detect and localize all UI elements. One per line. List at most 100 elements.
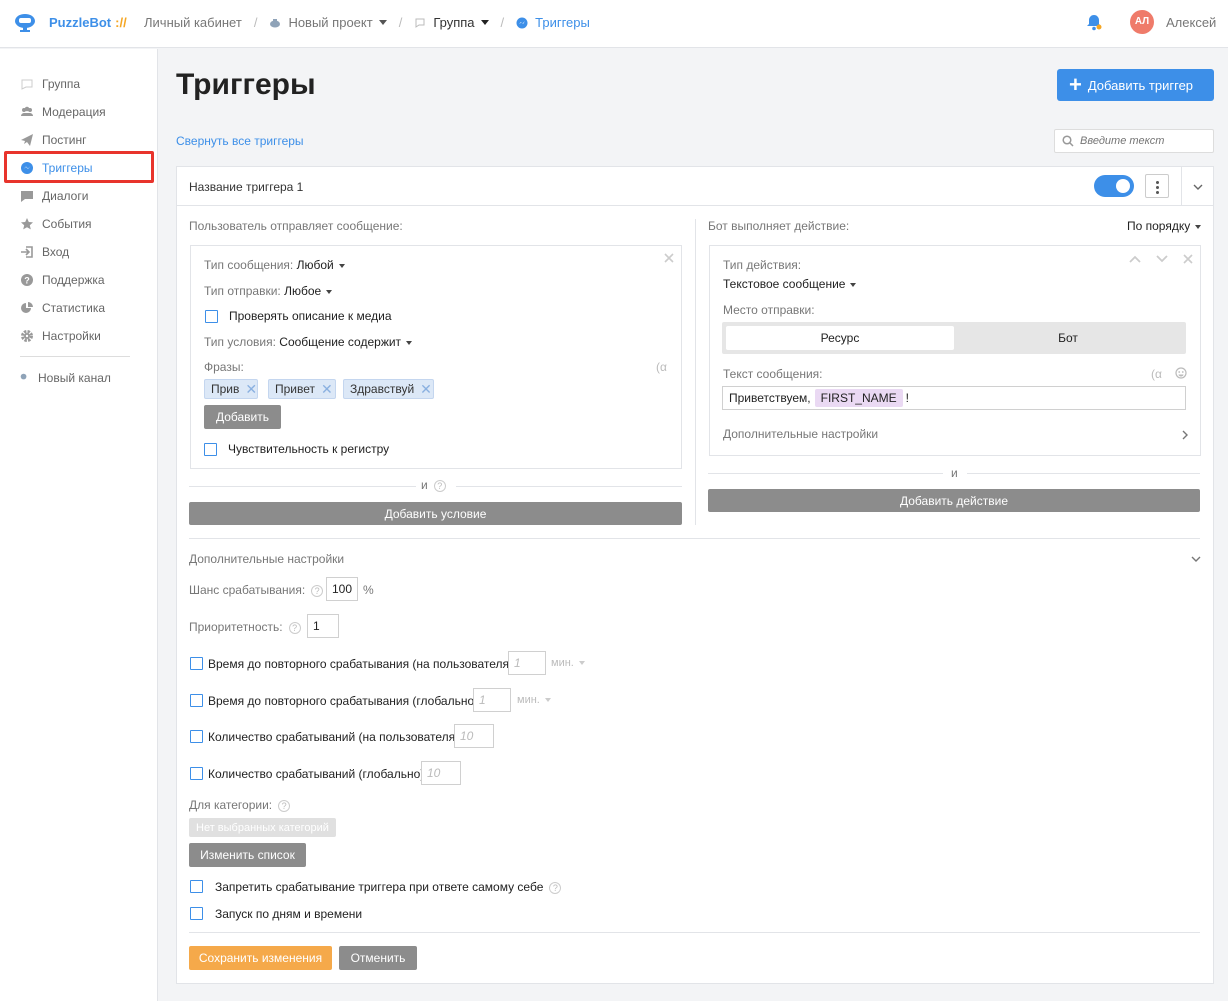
svg-text:?: ? xyxy=(24,276,30,286)
phrase-tag: Прив ✕ xyxy=(204,379,258,399)
chevron-down-icon[interactable] xyxy=(378,20,387,25)
sidebar-item-moderation[interactable]: Модерация xyxy=(20,102,106,122)
close-icon[interactable]: ✕ xyxy=(321,381,333,398)
add-action-button[interactable]: Добавить действие xyxy=(708,489,1200,512)
avatar[interactable]: АЛ xyxy=(1130,10,1154,34)
help-icon[interactable]: ? xyxy=(549,881,562,894)
plus-icon: + xyxy=(1069,72,1082,97)
close-icon[interactable]: ✕ xyxy=(420,381,432,398)
breadcrumb-group[interactable]: Группа xyxy=(433,15,474,30)
channel-icon xyxy=(20,373,27,380)
search-field[interactable] xyxy=(1054,129,1214,153)
help-icon[interactable]: ? xyxy=(278,799,291,812)
repeat-global-checkbox[interactable] xyxy=(190,694,203,707)
sidebar-divider xyxy=(20,356,130,357)
send-place-resource[interactable]: Ресурс xyxy=(726,326,954,350)
chevron-right-icon[interactable] xyxy=(1182,430,1188,440)
send-place-bot[interactable]: Бот xyxy=(954,326,1182,350)
breadcrumb-project[interactable]: Новый проект xyxy=(288,15,372,30)
sidebar-item-login[interactable]: Вход xyxy=(20,242,69,262)
action-extra-settings[interactable]: Дополнительные настройки xyxy=(723,427,878,441)
brand-name[interactable]: PuzzleBot:// xyxy=(49,15,127,30)
user-name[interactable]: Алексей xyxy=(1166,15,1216,30)
sidebar-item-posting[interactable]: Постинг xyxy=(20,130,87,150)
trigger-name[interactable]: Название триггера 1 xyxy=(189,180,303,194)
help-icon[interactable]: ? xyxy=(288,621,301,634)
collapse-all-link[interactable]: Свернуть все триггеры xyxy=(176,134,304,148)
collapse-trigger-button[interactable] xyxy=(1181,167,1213,206)
users-icon xyxy=(21,106,33,116)
and-label: и xyxy=(951,466,958,480)
change-list-button[interactable]: Изменить список xyxy=(189,843,306,867)
sidebar-item-stats[interactable]: Статистика xyxy=(20,298,105,318)
repeat-global-unit[interactable]: мин. xyxy=(517,694,551,706)
breadcrumb-triggers[interactable]: Триггеры xyxy=(535,15,590,30)
bell-icon[interactable] xyxy=(1086,13,1102,31)
repeat-user-input[interactable]: 1 xyxy=(508,651,546,675)
close-icon[interactable] xyxy=(1183,254,1193,264)
move-down-icon[interactable] xyxy=(1156,255,1168,263)
add-trigger-button[interactable]: + Добавить триггер xyxy=(1057,69,1214,101)
priority-input[interactable]: 1 xyxy=(307,614,339,638)
sidebar-item-group[interactable]: Группа xyxy=(20,74,80,94)
sidebar-item-support[interactable]: ? Поддержка xyxy=(20,270,105,290)
emoji-icon[interactable] xyxy=(1175,367,1187,379)
action-type-select[interactable]: Текстовое сообщение xyxy=(723,277,857,291)
help-icon[interactable]: ? xyxy=(311,584,324,597)
chat-bubble-icon xyxy=(21,79,33,90)
message-text-input[interactable]: Приветствуем, FIRST_NAME ! xyxy=(722,386,1186,410)
action-heading: Бот выполняет действие: xyxy=(708,219,850,233)
condition-box: Тип сообщения: Любой Тип отправки: Любое… xyxy=(190,245,682,469)
sidebar-new-channel[interactable]: Новый канал xyxy=(20,368,111,388)
close-icon[interactable]: ✕ xyxy=(245,381,257,398)
trigger-enabled-toggle[interactable] xyxy=(1094,175,1134,197)
sidebar-item-settings[interactable]: Настройки xyxy=(20,326,101,346)
repeat-user-checkbox[interactable] xyxy=(190,657,203,670)
count-global-checkbox[interactable] xyxy=(190,767,203,780)
page-title: Триггеры xyxy=(176,68,316,101)
chance-input[interactable]: 100 xyxy=(326,577,358,601)
variable-insert-icon[interactable]: (α xyxy=(1151,367,1162,381)
puzzlebot-logo-icon[interactable] xyxy=(14,11,36,33)
count-user-input[interactable]: 10 xyxy=(454,724,494,748)
help-icon[interactable]: ? xyxy=(433,479,446,492)
repeat-user-unit[interactable]: мин. xyxy=(551,657,585,669)
case-sensitive-checkbox[interactable] xyxy=(204,443,217,456)
help-icon: ? xyxy=(21,274,33,286)
close-icon[interactable] xyxy=(664,253,674,263)
chevron-down-icon[interactable] xyxy=(1191,556,1201,562)
divider xyxy=(708,473,943,474)
move-up-icon[interactable] xyxy=(1129,255,1141,263)
repeat-global-input[interactable]: 1 xyxy=(473,688,511,712)
divider xyxy=(967,473,1200,474)
schedule-checkbox[interactable] xyxy=(190,907,203,920)
chevron-down-icon[interactable] xyxy=(480,20,489,25)
more-menu-button[interactable] xyxy=(1145,174,1169,198)
count-user-checkbox[interactable] xyxy=(190,730,203,743)
priority-label: Приоритетность:? xyxy=(189,620,301,634)
phrases-label: Фразы: xyxy=(204,360,244,374)
send-place-segmented: Ресурс Бот xyxy=(722,322,1186,354)
save-button[interactable]: Сохранить изменения xyxy=(189,946,332,970)
search-icon xyxy=(1062,135,1074,147)
variable-chip[interactable]: FIRST_NAME xyxy=(814,389,903,407)
order-select[interactable]: По порядку xyxy=(1127,219,1202,233)
paper-plane-icon xyxy=(21,134,33,146)
msg-type-select[interactable]: Любой xyxy=(297,258,345,272)
forbid-self-checkbox[interactable] xyxy=(190,880,203,893)
breadcrumb-cabinet[interactable]: Личный кабинет xyxy=(144,15,242,30)
search-input[interactable] xyxy=(1080,135,1200,147)
column-divider xyxy=(695,219,696,525)
cancel-button[interactable]: Отменить xyxy=(339,946,417,970)
variable-insert-icon[interactable]: (α xyxy=(656,360,667,374)
cond-type-select[interactable]: Сообщение содержит xyxy=(279,335,413,349)
sidebar-item-events[interactable]: События xyxy=(20,214,92,234)
add-condition-button[interactable]: Добавить условие xyxy=(189,502,682,525)
send-type-select[interactable]: Любое xyxy=(284,284,333,298)
extra-settings-heading[interactable]: Дополнительные настройки xyxy=(189,552,344,566)
add-phrase-button[interactable]: Добавить xyxy=(204,405,281,429)
sidebar-item-dialogs[interactable]: Диалоги xyxy=(20,186,88,206)
condition-heading: Пользователь отправляет сообщение: xyxy=(189,219,403,233)
count-global-input[interactable]: 10 xyxy=(421,761,461,785)
check-media-checkbox[interactable] xyxy=(205,310,218,323)
